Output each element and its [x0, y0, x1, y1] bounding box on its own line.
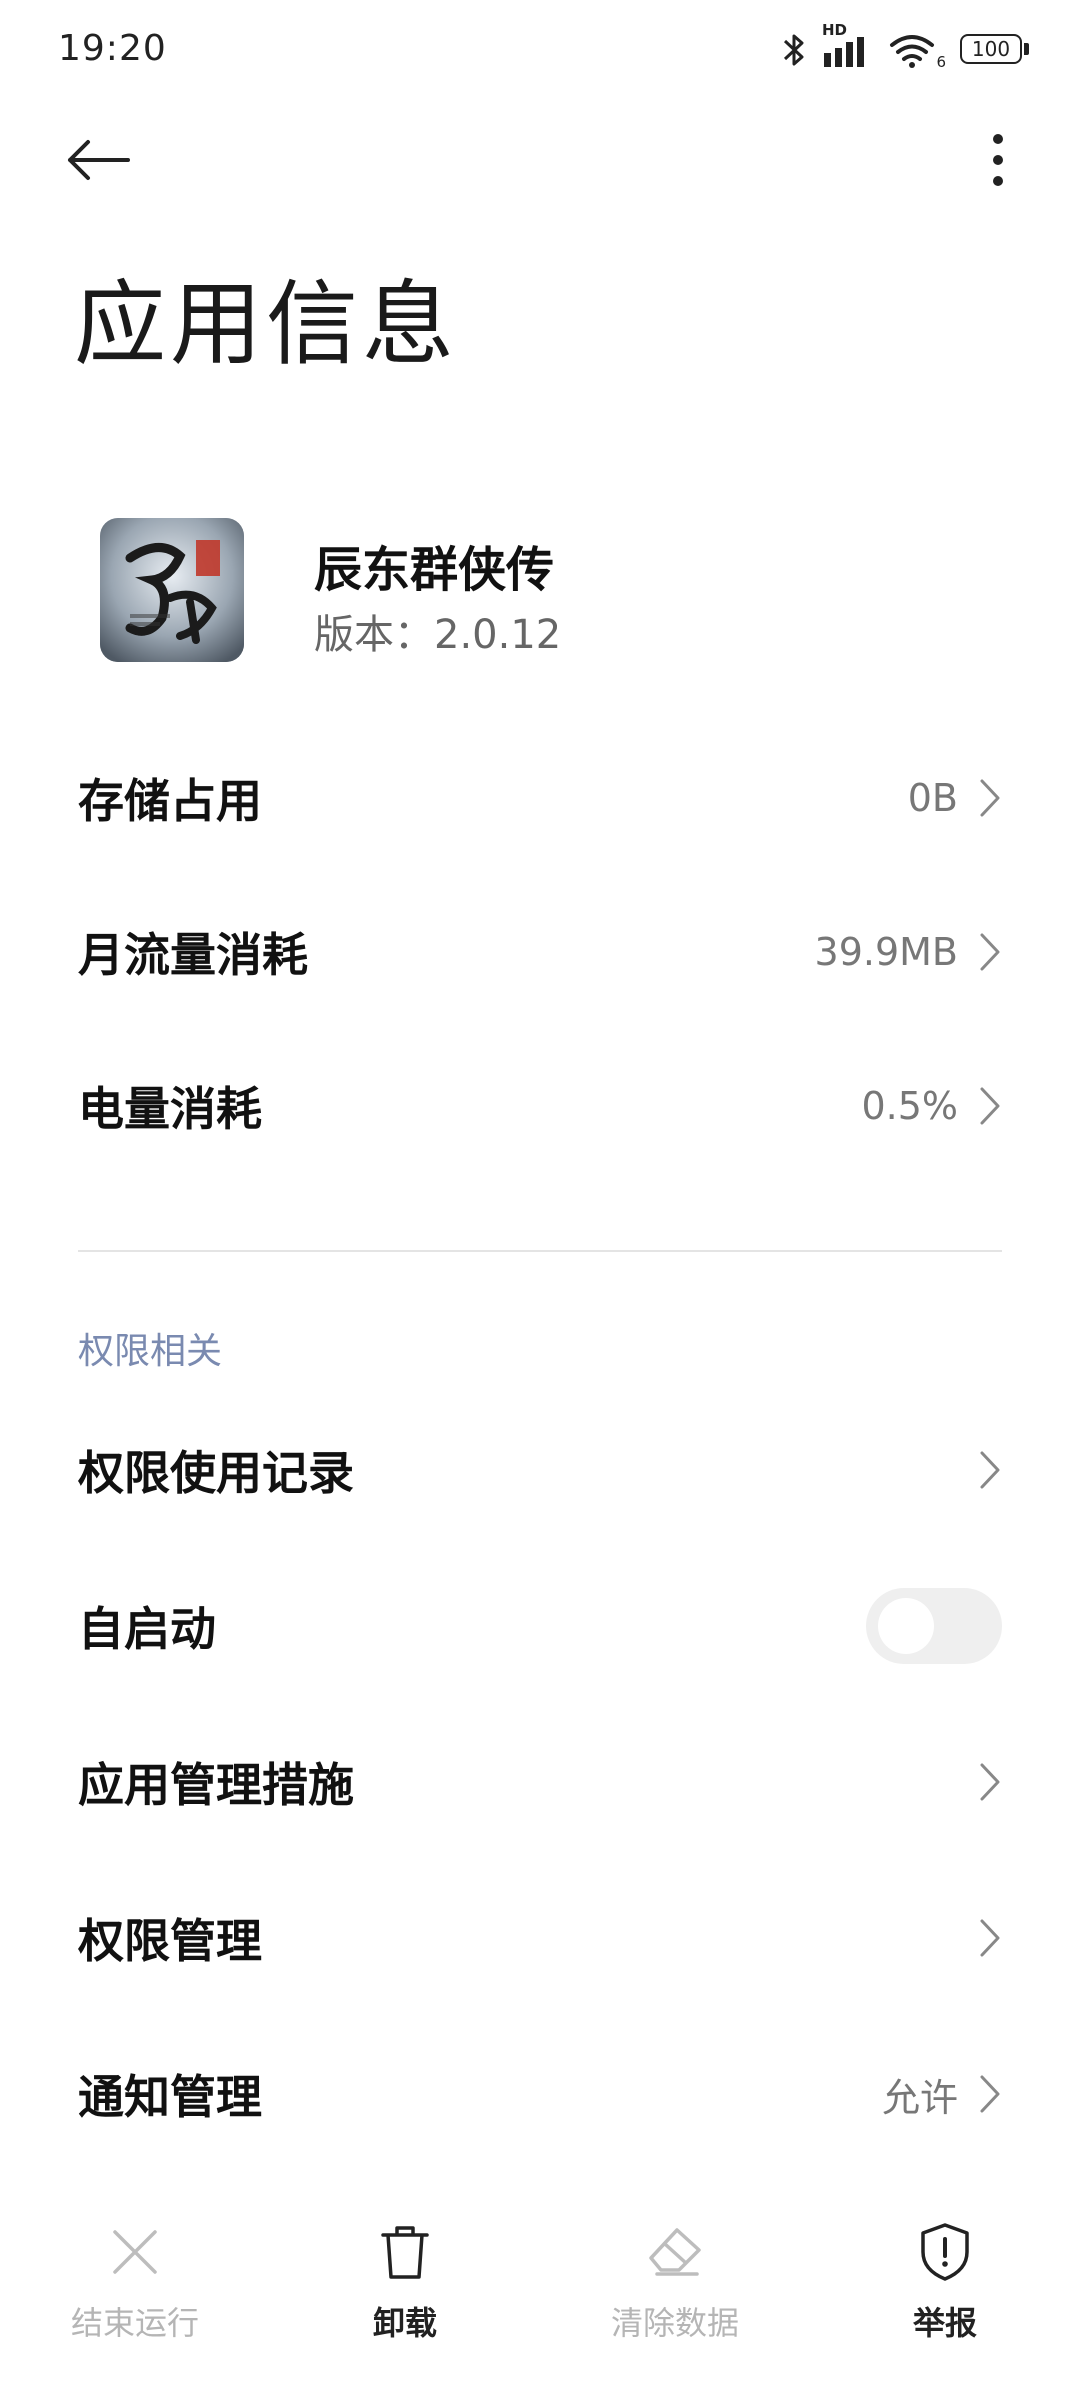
row-label: 权限管理 [78, 1914, 262, 1968]
eraser-icon [643, 2220, 707, 2284]
app-header: 辰东群侠传 版本：2.0.12 [100, 518, 1000, 664]
chevron-right-icon [978, 776, 1002, 820]
bluetooth-icon [782, 31, 808, 69]
more-options-button[interactable] [968, 120, 1028, 200]
battery-icon: 100 [960, 34, 1030, 66]
chevron-right-icon [978, 1448, 1002, 1492]
shield-alert-icon [913, 2220, 977, 2284]
wifi-generation: 6 [936, 53, 946, 71]
report-button[interactable]: 举报 [810, 2220, 1080, 2370]
wifi-icon: 6 [888, 31, 946, 71]
row-value: 0.5% [861, 1084, 958, 1128]
app-version: 版本：2.0.12 [314, 612, 562, 658]
row-value: 39.9MB [814, 930, 958, 974]
toggle-knob [878, 1598, 934, 1654]
permission-usage-record-row[interactable]: 权限使用记录 [78, 1420, 1002, 1520]
bottom-label: 清除数据 [610, 2304, 739, 2342]
row-label: 存储占用 [78, 774, 262, 828]
clear-data-button[interactable]: 清除数据 [540, 2220, 810, 2370]
row-value: 0B [907, 776, 958, 820]
row-label: 月流量消耗 [78, 928, 308, 982]
trash-icon [373, 2220, 437, 2284]
row-value: 允许 [881, 2075, 958, 2120]
row-label: 电量消耗 [78, 1082, 262, 1136]
bottom-action-bar: 结束运行 卸载 清除数据 举报 [0, 2220, 1080, 2370]
autostart-toggle[interactable] [866, 1588, 1002, 1664]
bottom-label: 举报 [912, 2304, 977, 2342]
hd-label: HD [822, 21, 848, 39]
force-stop-button[interactable]: 结束运行 [0, 2220, 270, 2370]
battery-usage-row[interactable]: 电量消耗 0.5% [78, 1056, 1002, 1156]
back-button[interactable] [66, 120, 156, 200]
chevron-right-icon [978, 930, 1002, 974]
autostart-row: 自启动 [78, 1576, 1002, 1676]
storage-usage-row[interactable]: 存储占用 0B [78, 748, 1002, 848]
close-icon [103, 2220, 167, 2284]
status-bar: 19:20 HD 6 100 [0, 0, 1080, 100]
chevron-right-icon [978, 1084, 1002, 1128]
app-name: 辰东群侠传 [314, 542, 555, 598]
signal-icon: HD [822, 21, 874, 69]
row-label: 应用管理措施 [78, 1758, 354, 1812]
bottom-label: 结束运行 [70, 2304, 199, 2342]
notification-management-row[interactable]: 通知管理 允许 [78, 2044, 1002, 2144]
more-vertical-icon [993, 134, 1003, 186]
app-management-measures-row[interactable]: 应用管理措施 [78, 1732, 1002, 1832]
chevron-right-icon [978, 1916, 1002, 1960]
section-divider [78, 1250, 1002, 1252]
page-title: 应用信息 [74, 271, 459, 378]
status-time: 19:20 [58, 28, 167, 69]
app-icon [100, 518, 244, 662]
status-icons: HD 6 100 [782, 21, 1030, 72]
row-label: 通知管理 [78, 2070, 262, 2124]
chevron-right-icon [978, 2072, 1002, 2116]
permissions-section-title: 权限相关 [78, 1331, 223, 1372]
uninstall-button[interactable]: 卸载 [270, 2220, 540, 2370]
row-label: 自启动 [78, 1602, 216, 1656]
permission-management-row[interactable]: 权限管理 [78, 1888, 1002, 1988]
app-info-screen: 19:20 HD 6 100 应用信息 辰东群侠传 版本：2.0.12 存储占用… [0, 0, 1080, 2400]
data-usage-row[interactable]: 月流量消耗 39.9MB [78, 902, 1002, 1002]
bottom-label: 卸载 [372, 2304, 437, 2342]
row-label: 权限使用记录 [78, 1446, 354, 1500]
chevron-right-icon [978, 1760, 1002, 1804]
arrow-left-icon [68, 140, 130, 180]
battery-level: 100 [971, 37, 1011, 61]
